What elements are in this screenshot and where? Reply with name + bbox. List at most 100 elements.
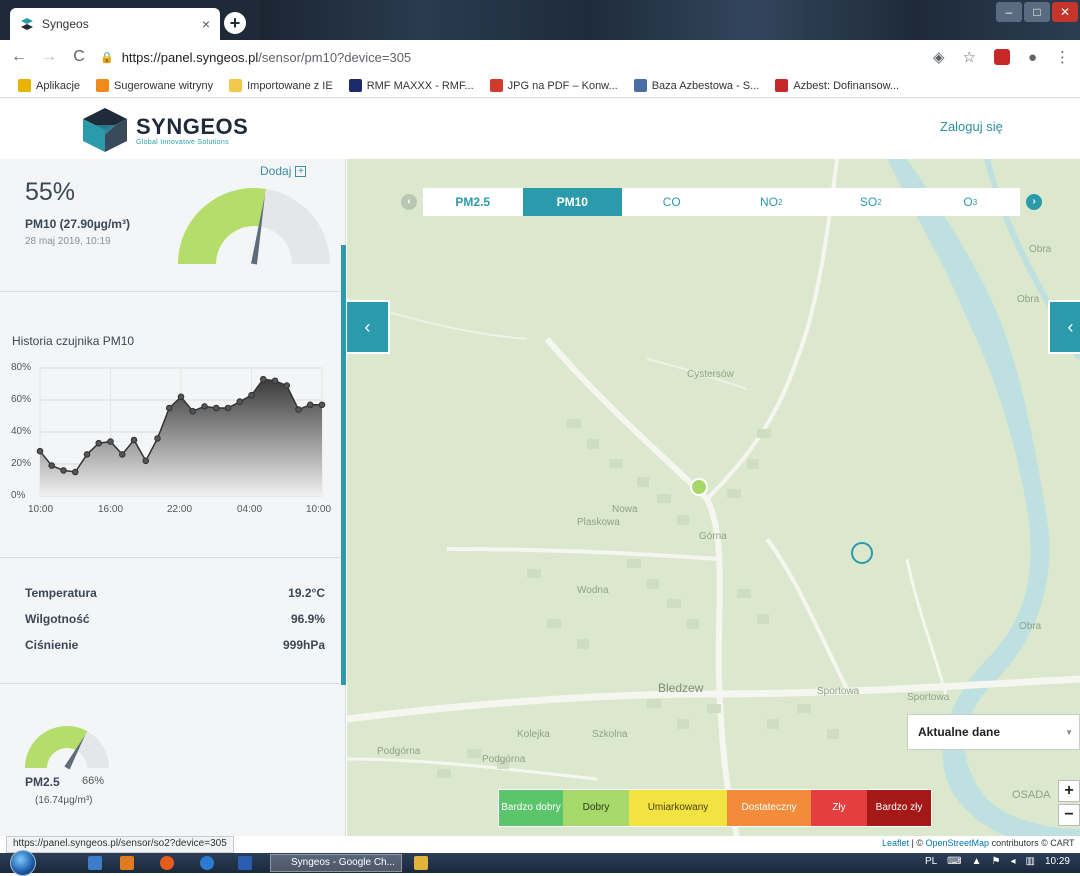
back-arrow-icon[interactable]: ← xyxy=(8,48,30,66)
folder-task-icon[interactable] xyxy=(414,856,428,870)
zoom-out-button[interactable]: − xyxy=(1058,804,1080,826)
clock[interactable]: 10:29 xyxy=(1045,856,1070,867)
chevron-left-icon: ‹ xyxy=(364,316,371,337)
history-point[interactable] xyxy=(165,404,173,412)
tab-no2[interactable]: NO 2 xyxy=(722,188,822,216)
url-field[interactable]: 🔒 https://panel.syngeos.pl /sensor/pm10?… xyxy=(100,50,411,65)
history-point[interactable] xyxy=(71,468,79,476)
history-point[interactable] xyxy=(259,375,267,383)
syngeos-logo[interactable]: SYNGEOS Global Innovative Solutions xyxy=(80,105,248,155)
x-tick-label: 22:00 xyxy=(167,504,193,515)
legend-very-bad: Bardzo zły xyxy=(867,790,931,826)
history-point[interactable] xyxy=(224,404,232,412)
network-icon[interactable]: ▥ xyxy=(1026,856,1035,867)
syngeos-logo-icon xyxy=(83,108,127,152)
street-label: Sportowa xyxy=(907,692,950,703)
history-point[interactable] xyxy=(142,457,150,465)
bookmark-item[interactable]: Aplikacje xyxy=(18,79,80,92)
menu-dots-icon[interactable]: ⋮ xyxy=(1055,48,1070,66)
tab-pm25[interactable]: PM2.5 xyxy=(423,188,523,216)
firefox-icon[interactable] xyxy=(160,856,174,870)
tab-pm10[interactable]: PM10 xyxy=(522,188,622,216)
profile-icon[interactable]: ● xyxy=(1028,49,1037,66)
history-point[interactable] xyxy=(154,435,161,442)
collapse-left-panel-button[interactable]: ‹ xyxy=(347,300,390,354)
data-mode-select[interactable]: Aktualne dane ▼ xyxy=(907,714,1080,750)
bookmark-item[interactable]: RMF MAXXX - RMF... xyxy=(348,79,474,92)
history-point[interactable] xyxy=(201,403,208,410)
history-point[interactable] xyxy=(248,391,255,399)
street-label: Górna xyxy=(699,531,727,542)
coat-of-arms-icon xyxy=(775,79,789,92)
forward-arrow-icon[interactable]: → xyxy=(38,48,60,66)
sidebar-scrollbar[interactable] xyxy=(341,245,346,685)
tab-close-icon[interactable]: × xyxy=(202,16,210,32)
pm10-percent: 55% xyxy=(25,178,76,206)
pm10-value: PM10 (27.90µg/m³) xyxy=(25,217,130,231)
history-point[interactable] xyxy=(283,382,291,389)
bookmark-item[interactable]: Azbest: Dofinansow... xyxy=(775,79,899,92)
tabs-prev-arrow-icon[interactable]: ‹ xyxy=(401,194,417,210)
browser-tab[interactable]: Syngeos × xyxy=(10,8,220,40)
tabs-next-arrow-icon[interactable]: › xyxy=(1026,194,1042,210)
street-label: Podgórna xyxy=(377,746,421,757)
bookmark-star-icon[interactable]: ☆ xyxy=(962,48,975,66)
sensor-marker-active[interactable] xyxy=(690,478,708,496)
history-point[interactable] xyxy=(189,407,197,415)
history-point[interactable] xyxy=(83,451,91,458)
osm-link[interactable]: OpenStreetMap xyxy=(926,838,990,848)
bookmark-item[interactable]: Importowane z IE xyxy=(229,79,333,92)
tab-so2[interactable]: SO 2 xyxy=(821,188,921,216)
tab-co[interactable]: CO xyxy=(622,188,722,216)
bookmark-item[interactable]: Sugerowane witryny xyxy=(96,79,213,92)
history-point[interactable] xyxy=(60,467,67,474)
explorer-icon[interactable] xyxy=(88,856,102,870)
window-close-button[interactable]: ✕ xyxy=(1052,2,1078,22)
ie-icon[interactable] xyxy=(200,856,214,870)
flag-icon[interactable]: ⚑ xyxy=(992,856,1001,867)
pm25-gauge xyxy=(25,726,109,770)
collapse-right-panel-button[interactable]: ‹ xyxy=(1048,300,1080,354)
zoom-in-button[interactable]: + xyxy=(1058,780,1080,802)
location-icon[interactable]: ◈ xyxy=(933,48,945,66)
language-indicator[interactable]: PL xyxy=(925,856,937,867)
new-tab-button[interactable]: + xyxy=(224,12,246,34)
history-point[interactable] xyxy=(177,393,185,401)
start-button[interactable] xyxy=(10,850,36,876)
bookmark-item[interactable]: Baza Azbestowa - S... xyxy=(633,79,759,92)
extension-icon[interactable] xyxy=(993,49,1010,65)
history-point[interactable] xyxy=(236,398,244,405)
legend-bad: Zły xyxy=(811,790,867,826)
river-label: Obra xyxy=(1017,294,1040,305)
history-point[interactable] xyxy=(118,451,126,458)
word-icon[interactable] xyxy=(238,856,252,870)
maximize-button[interactable]: □ xyxy=(1024,2,1050,22)
history-point[interactable] xyxy=(306,401,314,409)
bookmark-item[interactable]: JPG na PDF – Konw... xyxy=(489,79,618,92)
history-point[interactable] xyxy=(318,401,326,409)
history-point[interactable] xyxy=(295,406,302,413)
pm10-history-chart xyxy=(36,367,326,497)
history-point[interactable] xyxy=(130,436,138,444)
system-tray: PL ⌨ ▲ ⚑ ◂ ▥ 10:29 xyxy=(925,856,1070,867)
history-point[interactable] xyxy=(107,438,114,445)
tab-o3[interactable]: O3 xyxy=(921,188,1021,216)
media-icon[interactable] xyxy=(120,856,134,870)
leaflet-link[interactable]: Leaflet xyxy=(882,838,909,848)
add-sensor-link[interactable]: Dodaj + xyxy=(260,164,307,178)
minimize-button[interactable]: – xyxy=(996,2,1022,22)
login-link[interactable]: Zaloguj się xyxy=(940,119,1003,134)
chrome-task-button[interactable]: Syngeos - Google Ch... xyxy=(270,854,402,872)
reload-icon[interactable]: C xyxy=(68,48,90,66)
chevron-down-icon: ▼ xyxy=(1065,727,1073,737)
history-point[interactable] xyxy=(36,447,44,455)
history-point[interactable] xyxy=(271,377,279,385)
history-point[interactable] xyxy=(48,462,56,469)
history-point[interactable] xyxy=(95,439,103,447)
jpg-pdf-icon xyxy=(489,79,503,92)
keyboard-icon[interactable]: ⌨ xyxy=(947,856,961,867)
history-point[interactable] xyxy=(212,404,220,412)
volume-icon[interactable]: ◂ xyxy=(1010,856,1015,867)
sensor-marker[interactable] xyxy=(851,542,873,564)
tray-expand-icon[interactable]: ▲ xyxy=(972,856,982,867)
